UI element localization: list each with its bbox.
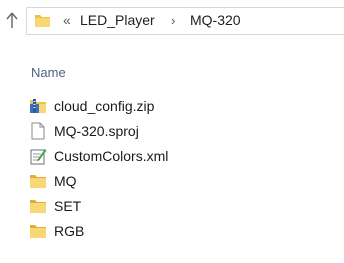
- file-name: CustomColors.xml: [54, 148, 169, 164]
- breadcrumb-separator[interactable]: ›: [171, 12, 175, 29]
- file-row-customcolors-xml[interactable]: CustomColors.xml: [0, 144, 344, 169]
- folder-icon: [29, 222, 47, 240]
- breadcrumb-mq-320[interactable]: MQ-320: [190, 12, 241, 29]
- file-explorer-window: « LED_Player › MQ-320 Name cloud_config.: [0, 0, 344, 263]
- folder-row-rgb[interactable]: RGB: [0, 219, 344, 244]
- file-name: MQ-320.sproj: [54, 123, 139, 139]
- folder-row-mq[interactable]: MQ: [0, 169, 344, 194]
- column-header-name[interactable]: Name: [31, 65, 66, 81]
- zip-archive-icon: [29, 97, 47, 115]
- breadcrumb-overflow-chevron[interactable]: «: [63, 12, 71, 29]
- xml-file-icon: [29, 147, 47, 165]
- file-row-mq-320-sproj[interactable]: MQ-320.sproj: [0, 119, 344, 144]
- breadcrumb-led-player[interactable]: LED_Player: [80, 12, 155, 29]
- up-arrow-icon[interactable]: [4, 11, 20, 29]
- folder-name: SET: [54, 198, 82, 214]
- document-icon: [29, 122, 47, 140]
- file-name: cloud_config.zip: [54, 98, 155, 114]
- folder-name: MQ: [54, 173, 77, 189]
- folder-row-set[interactable]: SET: [0, 194, 344, 219]
- address-field[interactable]: « LED_Player › MQ-320: [26, 7, 344, 35]
- folder-name: RGB: [54, 223, 85, 239]
- folder-icon: [34, 12, 51, 29]
- file-list: cloud_config.zip MQ-320.sproj CustomColo…: [0, 94, 344, 244]
- folder-icon: [29, 172, 47, 190]
- file-row-cloud-config[interactable]: cloud_config.zip: [0, 94, 344, 119]
- folder-icon: [29, 197, 47, 215]
- address-bar: « LED_Player › MQ-320: [0, 0, 344, 40]
